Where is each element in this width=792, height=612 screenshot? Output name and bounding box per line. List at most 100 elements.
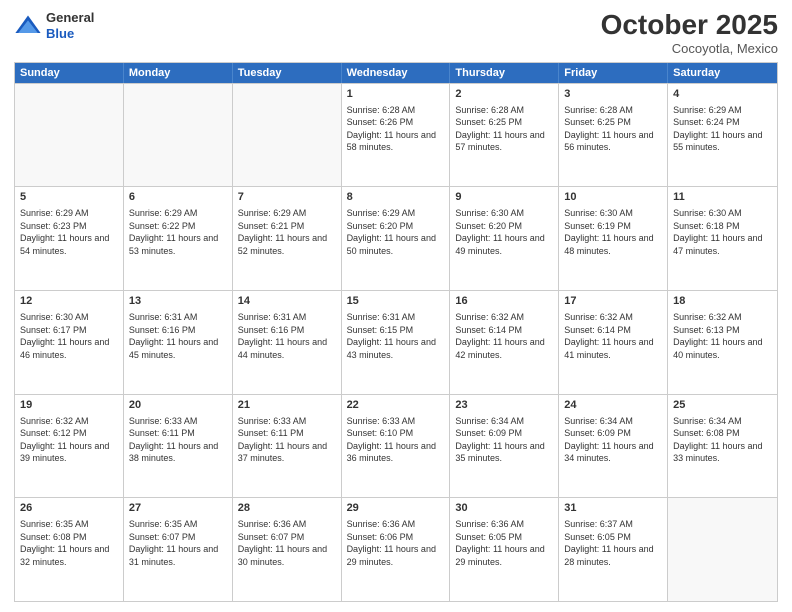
day-info-21: Sunrise: 6:33 AMSunset: 6:11 PMDaylight:… [238, 415, 336, 465]
day-info-11: Sunrise: 6:30 AMSunset: 6:18 PMDaylight:… [673, 207, 772, 257]
day-cell-18: 18 Sunrise: 6:32 AMSunset: 6:13 PMDayligh… [668, 291, 777, 394]
day-info-25: Sunrise: 6:34 AMSunset: 6:08 PMDaylight:… [673, 415, 772, 465]
day-number-6: 6 [129, 190, 227, 205]
logo-icon [14, 12, 42, 40]
day-cell-24: 24Sunrise: 6:34 AMSunset: 6:09 PMDayligh… [559, 395, 668, 498]
day-number-13: 13 [129, 294, 227, 309]
day-info-27: Sunrise: 6:35 AMSunset: 6:07 PMDaylight:… [129, 518, 227, 568]
day-info-30: Sunrise: 6:36 AMSunset: 6:05 PMDaylight:… [455, 518, 553, 568]
day-info-18: Sunrise: 6:32 AMSunset: 6:13 PMDaylight:… [673, 311, 772, 361]
day-number-26: 26 [20, 501, 118, 516]
header-day-friday: Friday [559, 63, 668, 83]
calendar-row-1: 5 Sunrise: 6:29 AMSunset: 6:23 PMDaylight… [15, 186, 777, 290]
day-info-6: Sunrise: 6:29 AMSunset: 6:22 PMDaylight:… [129, 207, 227, 257]
day-cell-3: 3Sunrise: 6:28 AMSunset: 6:25 PMDaylight… [559, 84, 668, 187]
empty-cell-0-2 [233, 84, 342, 187]
day-cell-25: 25 Sunrise: 6:34 AMSunset: 6:08 PMDayligh… [668, 395, 777, 498]
day-cell-12: 12 Sunrise: 6:30 AMSunset: 6:17 PMDayligh… [15, 291, 124, 394]
header-day-monday: Monday [124, 63, 233, 83]
day-number-18: 18 [673, 294, 772, 309]
day-info-2: Sunrise: 6:28 AMSunset: 6:25 PMDaylight:… [455, 104, 553, 154]
header-day-thursday: Thursday [450, 63, 559, 83]
calendar-header: SundayMondayTuesdayWednesdayThursdayFrid… [15, 63, 777, 83]
day-cell-17: 17Sunrise: 6:32 AMSunset: 6:14 PMDayligh… [559, 291, 668, 394]
day-number-8: 8 [347, 190, 445, 205]
day-number-29: 29 [347, 501, 445, 516]
day-info-8: Sunrise: 6:29 AMSunset: 6:20 PMDaylight:… [347, 207, 445, 257]
day-info-22: Sunrise: 6:33 AMSunset: 6:10 PMDaylight:… [347, 415, 445, 465]
day-number-22: 22 [347, 398, 445, 413]
day-number-2: 2 [455, 87, 553, 102]
day-info-16: Sunrise: 6:32 AMSunset: 6:14 PMDaylight:… [455, 311, 553, 361]
day-number-31: 31 [564, 501, 662, 516]
day-number-12: 12 [20, 294, 118, 309]
day-cell-22: 22 Sunrise: 6:33 AMSunset: 6:10 PMDayligh… [342, 395, 451, 498]
calendar-row-3: 19 Sunrise: 6:32 AMSunset: 6:12 PMDayligh… [15, 394, 777, 498]
day-info-31: Sunrise: 6:37 AMSunset: 6:05 PMDaylight:… [564, 518, 662, 568]
day-info-9: Sunrise: 6:30 AMSunset: 6:20 PMDaylight:… [455, 207, 553, 257]
header-day-wednesday: Wednesday [342, 63, 451, 83]
empty-cell-4-6 [668, 498, 777, 601]
day-info-12: Sunrise: 6:30 AMSunset: 6:17 PMDaylight:… [20, 311, 118, 361]
day-number-28: 28 [238, 501, 336, 516]
logo-general: General [46, 10, 94, 26]
day-cell-26: 26 Sunrise: 6:35 AMSunset: 6:08 PMDayligh… [15, 498, 124, 601]
logo-blue: Blue [46, 26, 94, 42]
day-cell-4: 4 Sunrise: 6:29 AMSunset: 6:24 PMDaylight… [668, 84, 777, 187]
month-title: October 2025 [601, 10, 778, 41]
day-info-7: Sunrise: 6:29 AMSunset: 6:21 PMDaylight:… [238, 207, 336, 257]
day-cell-16: 16 Sunrise: 6:32 AMSunset: 6:14 PMDayligh… [450, 291, 559, 394]
day-info-20: Sunrise: 6:33 AMSunset: 6:11 PMDaylight:… [129, 415, 227, 465]
day-info-19: Sunrise: 6:32 AMSunset: 6:12 PMDaylight:… [20, 415, 118, 465]
day-info-13: Sunrise: 6:31 AMSunset: 6:16 PMDaylight:… [129, 311, 227, 361]
calendar-row-4: 26 Sunrise: 6:35 AMSunset: 6:08 PMDayligh… [15, 497, 777, 601]
day-cell-21: 21Sunrise: 6:33 AMSunset: 6:11 PMDayligh… [233, 395, 342, 498]
day-info-15: Sunrise: 6:31 AMSunset: 6:15 PMDaylight:… [347, 311, 445, 361]
day-cell-19: 19 Sunrise: 6:32 AMSunset: 6:12 PMDayligh… [15, 395, 124, 498]
header-day-sunday: Sunday [15, 63, 124, 83]
day-cell-15: 15Sunrise: 6:31 AMSunset: 6:15 PMDayligh… [342, 291, 451, 394]
day-number-5: 5 [20, 190, 118, 205]
day-cell-6: 6 Sunrise: 6:29 AMSunset: 6:22 PMDaylight… [124, 187, 233, 290]
header-day-saturday: Saturday [668, 63, 777, 83]
day-cell-7: 7 Sunrise: 6:29 AMSunset: 6:21 PMDaylight… [233, 187, 342, 290]
day-number-20: 20 [129, 398, 227, 413]
day-info-10: Sunrise: 6:30 AMSunset: 6:19 PMDaylight:… [564, 207, 662, 257]
calendar-row-2: 12 Sunrise: 6:30 AMSunset: 6:17 PMDayligh… [15, 290, 777, 394]
day-number-10: 10 [564, 190, 662, 205]
day-number-1: 1 [347, 87, 445, 102]
day-info-17: Sunrise: 6:32 AMSunset: 6:14 PMDaylight:… [564, 311, 662, 361]
day-info-1: Sunrise: 6:28 AMSunset: 6:26 PMDaylight:… [347, 104, 445, 154]
day-info-26: Sunrise: 6:35 AMSunset: 6:08 PMDaylight:… [20, 518, 118, 568]
day-cell-23: 23 Sunrise: 6:34 AMSunset: 6:09 PMDayligh… [450, 395, 559, 498]
empty-cell-0-0 [15, 84, 124, 187]
header: General Blue October 2025 Cocoyotla, Mex… [14, 10, 778, 56]
day-info-23: Sunrise: 6:34 AMSunset: 6:09 PMDaylight:… [455, 415, 553, 465]
day-info-28: Sunrise: 6:36 AMSunset: 6:07 PMDaylight:… [238, 518, 336, 568]
day-cell-14: 14Sunrise: 6:31 AMSunset: 6:16 PMDayligh… [233, 291, 342, 394]
day-number-19: 19 [20, 398, 118, 413]
day-cell-1: 1 Sunrise: 6:28 AMSunset: 6:26 PMDaylight… [342, 84, 451, 187]
day-number-16: 16 [455, 294, 553, 309]
day-info-5: Sunrise: 6:29 AMSunset: 6:23 PMDaylight:… [20, 207, 118, 257]
day-cell-11: 11 Sunrise: 6:30 AMSunset: 6:18 PMDayligh… [668, 187, 777, 290]
day-cell-31: 31 Sunrise: 6:37 AMSunset: 6:05 PMDayligh… [559, 498, 668, 601]
day-number-25: 25 [673, 398, 772, 413]
day-number-11: 11 [673, 190, 772, 205]
day-info-29: Sunrise: 6:36 AMSunset: 6:06 PMDaylight:… [347, 518, 445, 568]
day-cell-10: 10 Sunrise: 6:30 AMSunset: 6:19 PMDayligh… [559, 187, 668, 290]
day-cell-8: 8 Sunrise: 6:29 AMSunset: 6:20 PMDaylight… [342, 187, 451, 290]
day-number-7: 7 [238, 190, 336, 205]
day-number-23: 23 [455, 398, 553, 413]
day-cell-27: 27 Sunrise: 6:35 AMSunset: 6:07 PMDayligh… [124, 498, 233, 601]
day-cell-13: 13 Sunrise: 6:31 AMSunset: 6:16 PMDayligh… [124, 291, 233, 394]
day-number-27: 27 [129, 501, 227, 516]
day-cell-9: 9Sunrise: 6:30 AMSunset: 6:20 PMDaylight… [450, 187, 559, 290]
logo: General Blue [14, 10, 94, 41]
calendar-row-0: 1 Sunrise: 6:28 AMSunset: 6:26 PMDaylight… [15, 83, 777, 187]
day-number-4: 4 [673, 87, 772, 102]
empty-cell-0-1 [124, 84, 233, 187]
day-cell-28: 28 Sunrise: 6:36 AMSunset: 6:07 PMDayligh… [233, 498, 342, 601]
day-number-30: 30 [455, 501, 553, 516]
day-info-4: Sunrise: 6:29 AMSunset: 6:24 PMDaylight:… [673, 104, 772, 154]
